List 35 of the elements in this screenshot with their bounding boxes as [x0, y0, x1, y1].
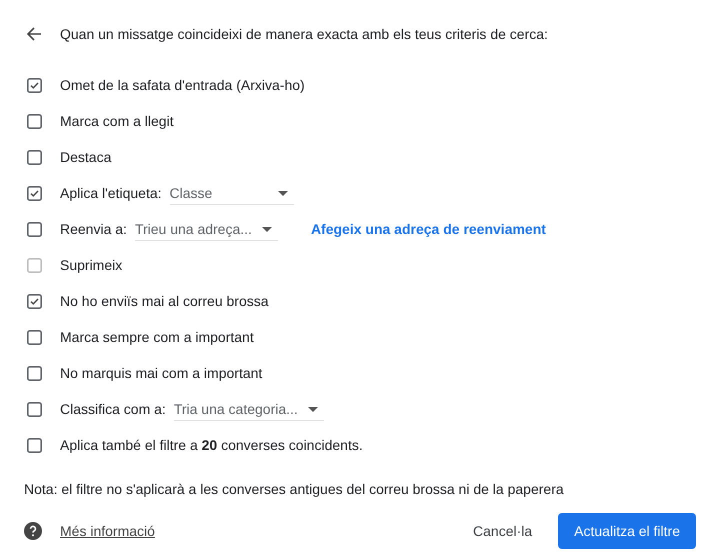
- dropdown[interactable]: Classe: [170, 185, 294, 205]
- option-label: Aplica l'etiqueta:: [60, 185, 162, 201]
- option-label: Reenvia a:: [60, 221, 127, 237]
- checkbox[interactable]: [27, 222, 42, 236]
- dropdown[interactable]: Tria una categoria...: [174, 401, 324, 421]
- forwarding-link[interactable]: Afegeix una adreça de reenviament: [310, 221, 546, 237]
- checkbox[interactable]: [27, 330, 42, 344]
- help-link[interactable]: Més informació: [60, 523, 155, 539]
- option-label: No marquis mai com a important: [60, 365, 262, 381]
- checkbox[interactable]: [27, 150, 42, 164]
- option-label: Marca com a llegit: [60, 113, 174, 129]
- checkbox[interactable]: [27, 78, 42, 92]
- checkbox[interactable]: [27, 366, 42, 380]
- option-label: No ho enviïs mai al correu brossa: [60, 293, 269, 309]
- update-filter-button[interactable]: Actualitza el filtre: [558, 513, 696, 549]
- help-icon: [24, 522, 42, 540]
- cancel-button[interactable]: Cancel·la: [457, 513, 548, 549]
- option-label: Aplica també el filtre a 20 converses coincidents.: [60, 437, 363, 453]
- option-label: Suprimeix: [60, 257, 122, 273]
- option-label: Marca sempre com a important: [60, 329, 254, 345]
- option-label: Classifica com a:: [60, 401, 166, 417]
- back-icon[interactable]: [26, 26, 42, 42]
- caret-icon: [308, 406, 318, 412]
- checkbox[interactable]: [27, 402, 42, 416]
- caret-icon: [262, 226, 272, 232]
- checkbox[interactable]: [27, 186, 42, 200]
- header-text: Quan un missatge coincideixi de manera exacta amb els teus criteris de cerca:: [60, 26, 548, 42]
- note-text: Nota: el filtre no s'aplicarà a les converses antigues del correu brossa ni de la paperera: [24, 481, 565, 497]
- checkbox[interactable]: [27, 114, 42, 128]
- dropdown[interactable]: Trieu una adreça...: [134, 221, 278, 241]
- option-label: Omet de la safata d'entrada (Arxiva-ho): [60, 77, 305, 93]
- option-label: Destaca: [60, 149, 112, 165]
- caret-icon: [278, 190, 288, 196]
- checkbox[interactable]: [27, 438, 42, 452]
- checkbox[interactable]: [27, 294, 42, 308]
